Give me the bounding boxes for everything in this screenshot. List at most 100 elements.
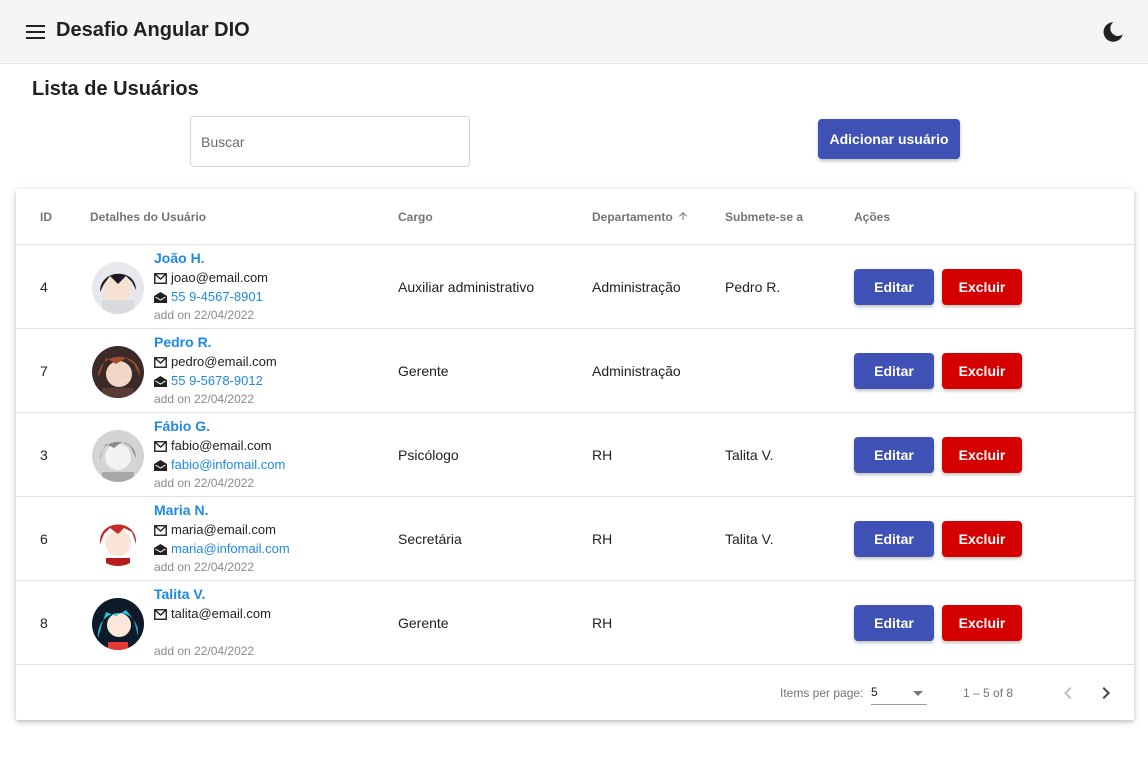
previous-page-button[interactable] [1056, 681, 1080, 705]
user-email-text: joao@email.com [171, 270, 269, 285]
user-added-date: add on 22/04/2022 [154, 560, 255, 574]
table-row: 8 Talita V. talita@email.com add on 22/0… [16, 581, 1134, 665]
page-size-value: 5 [871, 685, 878, 699]
user-contact-text: 55 9-5678-9012 [171, 373, 263, 388]
user-reports-to: Talita V. [725, 447, 774, 463]
header-department[interactable]: Departamento [592, 210, 689, 225]
moon-icon[interactable] [1100, 19, 1126, 45]
table-row: 4 João H. joao@email.com 55 9-4567-8901 … [16, 245, 1134, 329]
mail-icon [154, 608, 167, 623]
phone-icon [154, 375, 167, 390]
app-toolbar: Desafio Angular DIO [0, 0, 1148, 64]
user-name-link[interactable]: João H. [154, 250, 205, 266]
chevron-down-icon [913, 691, 923, 696]
users-table-card: ID Detalhes do Usuário Cargo Departament… [16, 189, 1134, 720]
user-department: RH [592, 447, 613, 463]
user-email: maria@email.com [154, 522, 276, 539]
user-name-link[interactable]: Fábio G. [154, 418, 210, 434]
user-id: 4 [40, 279, 48, 295]
user-email: pedro@email.com [154, 354, 277, 371]
user-contact[interactable]: 55 9-5678-9012 [154, 373, 263, 390]
user-department: Administração [592, 279, 681, 295]
user-added-date: add on 22/04/2022 [154, 644, 255, 658]
header-role: Cargo [398, 210, 433, 224]
page-size-select[interactable]: 5 [871, 681, 927, 705]
chevron-left-icon [1064, 687, 1072, 699]
avatar [92, 262, 144, 314]
page-range: 1 – 5 of 8 [963, 686, 1014, 700]
user-role: Auxiliar administrativo [398, 279, 535, 295]
user-contact-text: maria@infomail.com [171, 541, 290, 556]
mail-open-icon [154, 459, 167, 474]
search-field[interactable] [190, 116, 470, 167]
delete-button[interactable]: Excluir [942, 353, 1022, 389]
table-row: 7 Pedro R. pedro@email.com 55 9-5678-901… [16, 329, 1134, 413]
header-department-label: Departamento [592, 210, 673, 224]
edit-button[interactable]: Editar [854, 605, 934, 641]
user-contact-text: fabio@infomail.com [171, 457, 286, 472]
avatar [92, 346, 144, 398]
user-email-text: talita@email.com [171, 606, 271, 621]
user-added-date: add on 22/04/2022 [154, 308, 255, 322]
user-contact[interactable]: 55 9-4567-8901 [154, 289, 263, 306]
user-contact[interactable]: fabio@infomail.com [154, 457, 285, 474]
table-row: 6 Maria N. maria@email.com maria@infomai… [16, 497, 1134, 581]
mail-icon [154, 356, 167, 371]
user-email-text: pedro@email.com [171, 354, 277, 369]
search-input[interactable] [191, 117, 469, 166]
edit-button[interactable]: Editar [854, 269, 934, 305]
arrow-up-icon [677, 210, 689, 225]
header-actions: Ações [854, 210, 891, 224]
user-email-text: maria@email.com [171, 522, 276, 537]
user-name-link[interactable]: Maria N. [154, 502, 208, 518]
avatar [92, 430, 144, 482]
user-role: Secretária [398, 531, 462, 547]
user-email: talita@email.com [154, 606, 271, 623]
user-id: 6 [40, 531, 48, 547]
user-name-link[interactable]: Talita V. [154, 586, 205, 602]
user-name-link[interactable]: Pedro R. [154, 334, 212, 350]
user-contact[interactable]: maria@infomail.com [154, 541, 290, 558]
header-reports-to: Submete-se a [725, 210, 804, 224]
avatar [92, 598, 144, 650]
mail-open-icon [154, 543, 167, 558]
user-id: 7 [40, 363, 48, 379]
avatar [92, 514, 144, 566]
add-user-button[interactable]: Adicionar usuário [818, 119, 960, 159]
user-reports-to: Pedro R. [725, 279, 781, 295]
edit-button[interactable]: Editar [854, 521, 934, 557]
next-page-button[interactable] [1094, 681, 1118, 705]
mail-icon [154, 440, 167, 455]
user-added-date: add on 22/04/2022 [154, 392, 255, 406]
app-title: Desafio Angular DIO [56, 19, 250, 41]
user-department: RH [592, 615, 613, 631]
mail-icon [154, 524, 167, 539]
user-department: Administração [592, 363, 681, 379]
table-header: ID Detalhes do Usuário Cargo Departament… [16, 189, 1134, 245]
menu-icon[interactable] [22, 20, 50, 44]
delete-button[interactable]: Excluir [942, 605, 1022, 641]
user-id: 3 [40, 447, 48, 463]
header-details: Detalhes do Usuário [90, 210, 207, 224]
page-title: Lista de Usuários [32, 78, 199, 100]
header-id: ID [40, 210, 52, 224]
user-department: RH [592, 531, 613, 547]
user-role: Gerente [398, 615, 449, 631]
edit-button[interactable]: Editar [854, 437, 934, 473]
chevron-right-icon [1102, 687, 1110, 699]
user-email: joao@email.com [154, 270, 268, 287]
user-contact-text: 55 9-4567-8901 [171, 289, 263, 304]
mail-icon [154, 272, 167, 287]
delete-button[interactable]: Excluir [942, 521, 1022, 557]
user-role: Psicólogo [398, 447, 459, 463]
user-email: fabio@email.com [154, 438, 272, 455]
edit-button[interactable]: Editar [854, 353, 934, 389]
delete-button[interactable]: Excluir [942, 269, 1022, 305]
user-reports-to: Talita V. [725, 531, 774, 547]
table-row: 3 Fábio G. fabio@email.com fabio@infomai… [16, 413, 1134, 497]
user-added-date: add on 22/04/2022 [154, 476, 255, 490]
user-email-text: fabio@email.com [171, 438, 272, 453]
user-id: 8 [40, 615, 48, 631]
user-role: Gerente [398, 363, 449, 379]
delete-button[interactable]: Excluir [942, 437, 1022, 473]
